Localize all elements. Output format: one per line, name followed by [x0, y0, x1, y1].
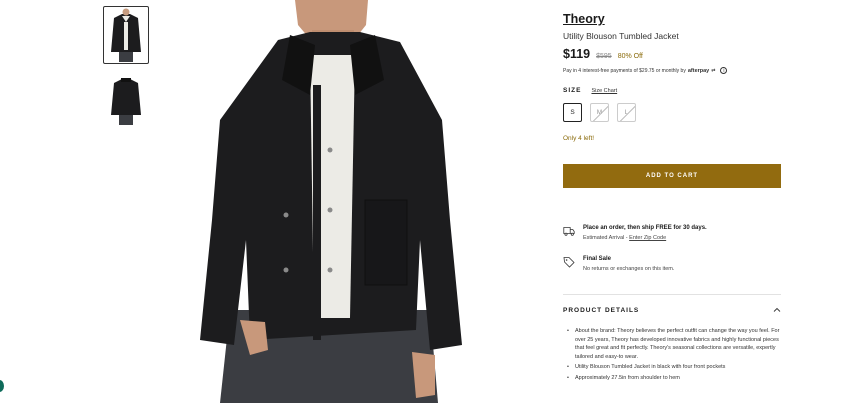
size-header: SIZE Size Chart [563, 87, 783, 94]
zip-code-link[interactable]: Enter Zip Code [629, 235, 666, 241]
detail-item: Approximately 27.5in from shoulder to he… [566, 374, 780, 383]
shipping-title: Place an order, then ship FREE for 30 da… [583, 225, 707, 231]
main-product-image [190, 0, 480, 403]
product-info: Theory Utility Blouson Tumbled Jacket $1… [563, 10, 783, 142]
jacket-model-image [200, 0, 462, 403]
truck-icon [563, 227, 575, 236]
final-sale-text: Final Sale No returns or exchanges on th… [583, 256, 674, 272]
detail-item: Utility Blouson Tumbled Jacket in black … [566, 363, 780, 372]
tag-icon [563, 257, 575, 268]
estimated-arrival-label: Estimated Arrival - [583, 235, 630, 241]
stock-message: Only 4 left! [563, 135, 595, 142]
jacket-front-thumbnail-image [111, 8, 141, 62]
chevron-up-icon [773, 307, 781, 312]
info-icon[interactable]: i [720, 67, 728, 74]
final-sale-subtitle: No returns or exchanges on this item. [583, 266, 675, 272]
product-details-list: About the brand: Theory believes the per… [566, 327, 780, 384]
brand-link[interactable]: Theory [563, 12, 605, 26]
thumbnail-back[interactable] [103, 71, 149, 129]
shipping-info: Place an order, then ship FREE for 30 da… [563, 225, 783, 241]
sale-price: $119 [563, 47, 591, 61]
size-label: SIZE [563, 87, 582, 94]
size-option-m[interactable]: M [590, 103, 609, 122]
add-to-cart-button[interactable]: ADD TO CART [563, 164, 781, 188]
shipping-text: Place an order, then ship FREE for 30 da… [583, 225, 707, 241]
discount-badge: 80% Off [617, 53, 643, 60]
size-option-l[interactable]: L [617, 103, 636, 122]
chat-widget-edge[interactable] [0, 380, 4, 392]
thumbnail-front[interactable] [103, 6, 149, 64]
afterpay-arrows-icon: ⇄ [711, 67, 716, 74]
thumbnail-gallery [103, 6, 149, 129]
product-details-title: PRODUCT DETAILS [563, 306, 640, 314]
size-chart-link[interactable]: Size Chart [591, 88, 617, 94]
size-options: S M L [563, 103, 783, 122]
price-row: $119 $595 80% Off [563, 47, 783, 61]
shipping-subtitle: Estimated Arrival - Enter Zip Code [583, 235, 707, 241]
section-divider [563, 294, 781, 295]
product-details-toggle[interactable]: PRODUCT DETAILS [563, 306, 781, 314]
afterpay-message: Pay in 4 interest-free payments of $29.7… [563, 67, 783, 74]
detail-item: About the brand: Theory believes the per… [566, 327, 780, 361]
afterpay-text: Pay in 4 interest-free payments of $29.7… [563, 67, 686, 74]
size-option-s[interactable]: S [563, 103, 582, 122]
afterpay-logo: afterpay [687, 67, 710, 74]
final-sale-title: Final Sale [583, 256, 612, 262]
final-sale-info: Final Sale No returns or exchanges on th… [563, 256, 783, 272]
jacket-back-thumbnail-image [111, 78, 141, 125]
compare-price: $595 [596, 53, 612, 60]
product-name: Utility Blouson Tumbled Jacket [563, 31, 679, 41]
